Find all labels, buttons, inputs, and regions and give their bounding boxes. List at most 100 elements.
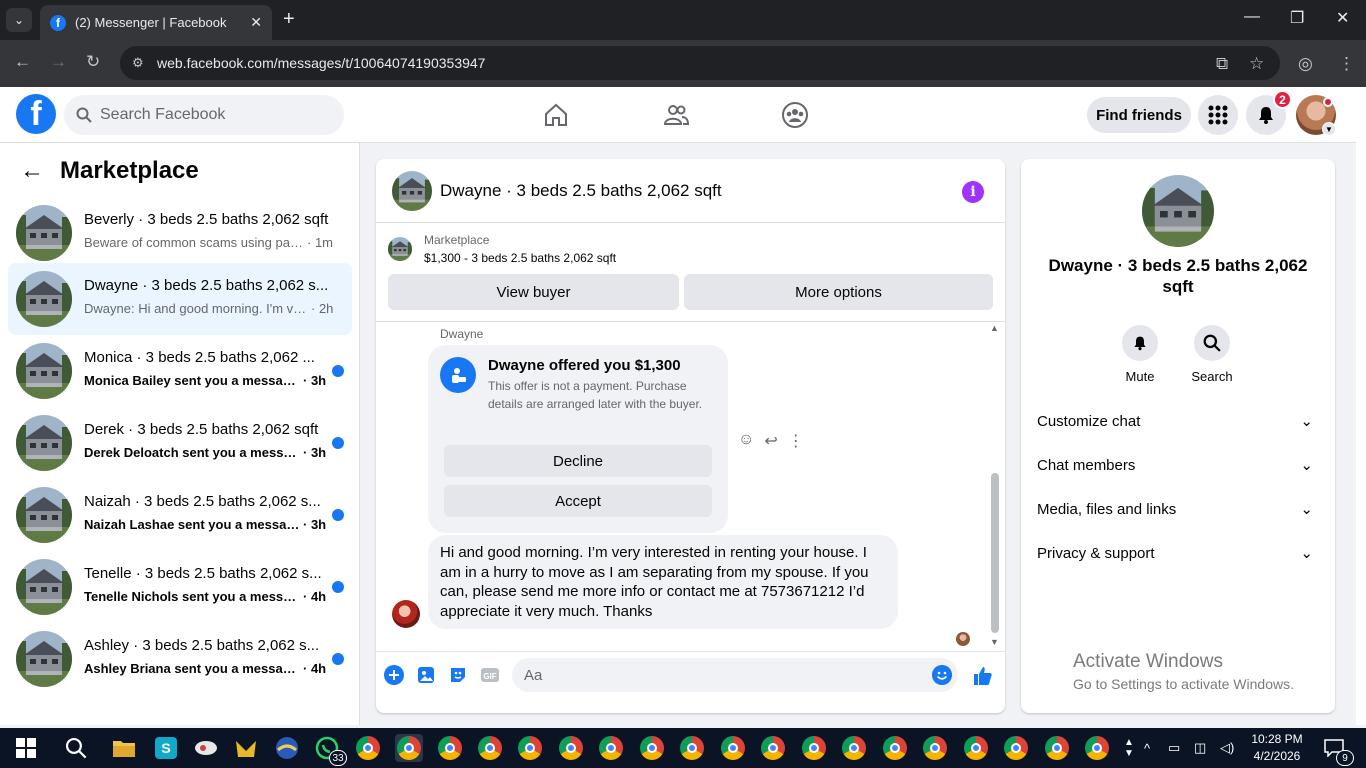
photo-icon[interactable] [416, 665, 436, 685]
tab-search-button[interactable]: ⌄ [6, 8, 32, 32]
home-icon[interactable] [542, 101, 570, 129]
install-app-icon[interactable]: ⧉ [1216, 54, 1228, 74]
like-icon[interactable] [972, 665, 994, 687]
chrome-profile-icon[interactable] [840, 734, 868, 762]
chrome-profile-icon[interactable] [800, 734, 828, 762]
url-field[interactable]: ⚙ web.facebook.com/messages/t/1006407419… [120, 46, 1280, 80]
accept-button[interactable]: Accept [444, 485, 712, 517]
taskbar-overflow-arrows[interactable]: ▲ ▼ [1124, 728, 1134, 768]
chrome-profile-icon[interactable] [759, 734, 787, 762]
message-input-box[interactable] [512, 658, 958, 692]
conversation-item-beverly[interactable]: Beverly · 3 beds 2.5 baths 2,062 sqft Be… [8, 197, 352, 269]
plus-icon[interactable] [384, 665, 404, 685]
bookmark-star-icon[interactable]: ☆ [1249, 54, 1264, 74]
scrollbar-thumb[interactable] [991, 473, 999, 633]
new-tab-icon[interactable]: + [283, 8, 295, 31]
conversation-item-ashley[interactable]: Ashley · 3 beds 2.5 baths 2,062 s... Ash… [8, 623, 352, 695]
windows-start-icon[interactable] [12, 734, 40, 762]
site-info-icon[interactable]: ⚙ [132, 55, 144, 71]
chrome-profile-icon[interactable] [881, 734, 909, 762]
scroll-down-icon[interactable]: ▼ [990, 637, 999, 647]
privacy-support-row[interactable]: Privacy & support ⌄ [1037, 533, 1319, 573]
sticker-icon[interactable] [448, 665, 468, 685]
search-box[interactable] [64, 95, 344, 135]
show-hidden-icons-icon[interactable]: ^ [1144, 728, 1150, 768]
search-icon[interactable] [62, 734, 90, 762]
notification-center-icon[interactable]: 9 [1320, 734, 1354, 766]
file-explorer-icon[interactable] [110, 734, 138, 762]
customize-chat-row[interactable]: Customize chat ⌄ [1037, 401, 1319, 441]
forward-icon[interactable]: → [50, 52, 67, 72]
browser-menu-icon[interactable]: ⋮ [1338, 54, 1355, 74]
facebook-logo-icon[interactable]: f [16, 94, 56, 134]
search-in-chat-button[interactable]: Search [1182, 325, 1242, 384]
conversation-item-derek[interactable]: Derek · 3 beds 2.5 baths 2,062 sqft Dere… [8, 407, 352, 479]
back-icon[interactable]: ← [14, 52, 31, 72]
chrome-profile-icon[interactable] [395, 734, 423, 762]
chrome-profile-icon[interactable] [436, 734, 464, 762]
app-icon[interactable] [192, 734, 220, 762]
chevron-down-icon[interactable]: ▼ [1322, 122, 1336, 136]
groups-icon[interactable] [781, 101, 809, 129]
preview-time: · 4h [303, 589, 327, 604]
chat-members-row[interactable]: Chat members ⌄ [1037, 445, 1319, 485]
scroll-up-icon[interactable]: ▲ [990, 323, 999, 333]
chrome-profile-icon[interactable] [597, 734, 625, 762]
network-icon[interactable]: ▭ [1168, 728, 1180, 768]
mute-button[interactable]: Mute [1110, 325, 1170, 384]
listing-thumbnail[interactable] [1142, 175, 1214, 247]
media-files-links-row[interactable]: Media, files and links ⌄ [1037, 489, 1319, 529]
minimize-icon[interactable]: — [1244, 8, 1260, 26]
chrome-profile-icon[interactable] [557, 734, 585, 762]
gif-icon[interactable]: GIF [480, 665, 500, 685]
chrome-profile-icon[interactable] [1002, 734, 1030, 762]
close-window-icon[interactable]: ✕ [1336, 8, 1349, 28]
conversation-item-monica[interactable]: Monica · 3 beds 2.5 baths 2,062 ... Moni… [8, 335, 352, 407]
reload-icon[interactable]: ↻ [86, 52, 100, 72]
sender-avatar[interactable] [392, 600, 420, 628]
view-buyer-button[interactable]: View buyer [388, 274, 679, 310]
back-arrow-icon[interactable]: ← [20, 157, 44, 185]
search-input[interactable] [100, 106, 320, 124]
more-icon[interactable]: ⋮ [788, 431, 804, 451]
chrome-profile-icon[interactable] [516, 734, 544, 762]
chat-title[interactable]: Dwayne · 3 beds 2.5 baths 2,062 sqft [440, 181, 722, 201]
page-scrollbar[interactable] [1356, 87, 1366, 725]
conversation-item-tenelle[interactable]: Tenelle · 3 beds 2.5 baths 2,062 s... Te… [8, 551, 352, 623]
chrome-profile-icon[interactable] [1083, 734, 1111, 762]
chrome-icon[interactable] [354, 734, 382, 762]
app-icon[interactable] [273, 734, 301, 762]
conversation-preview: Naizah Lashae sent you a message... · 3h [84, 517, 344, 532]
listing-thumbnail[interactable] [392, 171, 432, 211]
whatsapp-icon[interactable]: 33 [313, 734, 347, 766]
chrome-profile-icon[interactable] [1043, 734, 1071, 762]
close-tab-icon[interactable]: ✕ [250, 14, 262, 31]
chrome-profile-icon[interactable] [638, 734, 666, 762]
chrome-profile-icon[interactable] [678, 734, 706, 762]
conversation-item-naizah[interactable]: Naizah · 3 beds 2.5 baths 2,062 s... Nai… [8, 479, 352, 551]
teams-icon[interactable]: ◫ [1194, 728, 1206, 768]
restore-icon[interactable]: ❐ [1290, 8, 1304, 28]
react-icon[interactable]: ☺ [738, 431, 754, 451]
info-icon[interactable]: i [962, 181, 984, 203]
chrome-profile-icon[interactable] [719, 734, 747, 762]
emoji-icon[interactable] [932, 665, 952, 685]
profile-icon[interactable]: ◎ [1298, 54, 1313, 74]
conversation-item-dwayne[interactable]: Dwayne · 3 beds 2.5 baths 2,062 s... Dwa… [8, 263, 352, 335]
browser-tab[interactable]: f (2) Messenger | Facebook ✕ [40, 5, 272, 40]
app-icon[interactable]: S [152, 734, 180, 762]
chrome-profile-icon[interactable] [921, 734, 949, 762]
more-options-button[interactable]: More options [684, 274, 993, 310]
friends-icon[interactable] [662, 101, 690, 129]
chrome-profile-icon[interactable] [962, 734, 990, 762]
app-icon[interactable] [232, 734, 260, 762]
system-clock[interactable]: 10:28 PM 4/2/2026 [1246, 731, 1308, 765]
scrollbar[interactable]: ▲ ▼ [988, 323, 1002, 650]
message-input[interactable] [524, 666, 914, 684]
find-friends-button[interactable]: Find friends [1087, 97, 1191, 133]
reply-icon[interactable]: ↩ [764, 431, 777, 451]
menu-button[interactable] [1198, 95, 1238, 135]
chrome-profile-icon[interactable] [476, 734, 504, 762]
volume-icon[interactable]: ◁) [1220, 728, 1234, 768]
decline-button[interactable]: Decline [444, 445, 712, 477]
